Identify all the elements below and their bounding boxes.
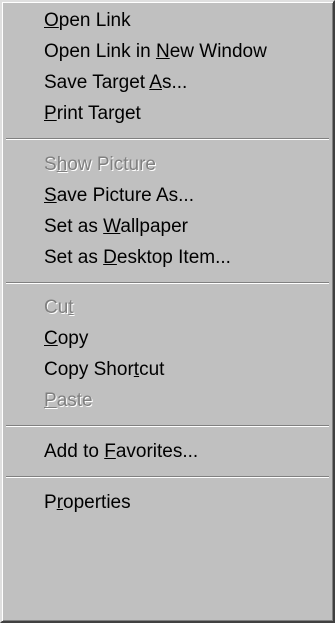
menu-item-set-as-wallpaper[interactable]: Set as Wallpaper — [2, 212, 333, 242]
accelerator-key: A — [149, 72, 162, 93]
accelerator-key: t — [68, 297, 74, 318]
menu-item-save-target-as[interactable]: Save Target As... — [2, 68, 333, 98]
accelerator-key: S — [44, 185, 57, 206]
accelerator-key: D — [103, 247, 117, 268]
accelerator-key: P — [44, 390, 57, 411]
accelerator-key: P — [44, 103, 57, 124]
accelerator-key: C — [44, 328, 58, 349]
menu-separator — [6, 282, 329, 284]
menu-item-save-picture-as[interactable]: Save Picture As... — [2, 181, 333, 211]
accelerator-key: O — [44, 10, 59, 31]
menu-item-open-link-new-window[interactable]: Open Link in New Window — [2, 37, 333, 67]
menu-item-add-to-favorites[interactable]: Add to Favorites... — [2, 437, 333, 467]
menu-item-properties[interactable]: Properties — [2, 488, 333, 518]
accelerator-key: h — [56, 154, 68, 175]
accelerator-key: W — [103, 216, 121, 237]
menu-separator — [6, 476, 329, 478]
menu-item-cut: Cut — [44, 297, 74, 318]
menu-item-open-link[interactable]: Open Link — [2, 6, 333, 36]
menu-item-paste: Paste — [44, 390, 93, 411]
accelerator-key: N — [155, 41, 170, 62]
menu-item-copy[interactable]: Copy — [2, 324, 333, 354]
menu-item-copy-shortcut[interactable]: Copy Shortcut — [2, 355, 333, 385]
context-menu: Open Link Open Link in New Window Save T… — [0, 0, 335, 623]
menu-item-set-as-desktop-item[interactable]: Set as Desktop Item... — [2, 243, 333, 273]
accelerator-key: F — [104, 441, 116, 462]
menu-separator — [6, 138, 329, 140]
menu-item-print-target[interactable]: Print Target — [2, 99, 333, 129]
menu-item-show-picture: Show Picture — [44, 154, 156, 175]
menu-separator — [6, 425, 329, 427]
